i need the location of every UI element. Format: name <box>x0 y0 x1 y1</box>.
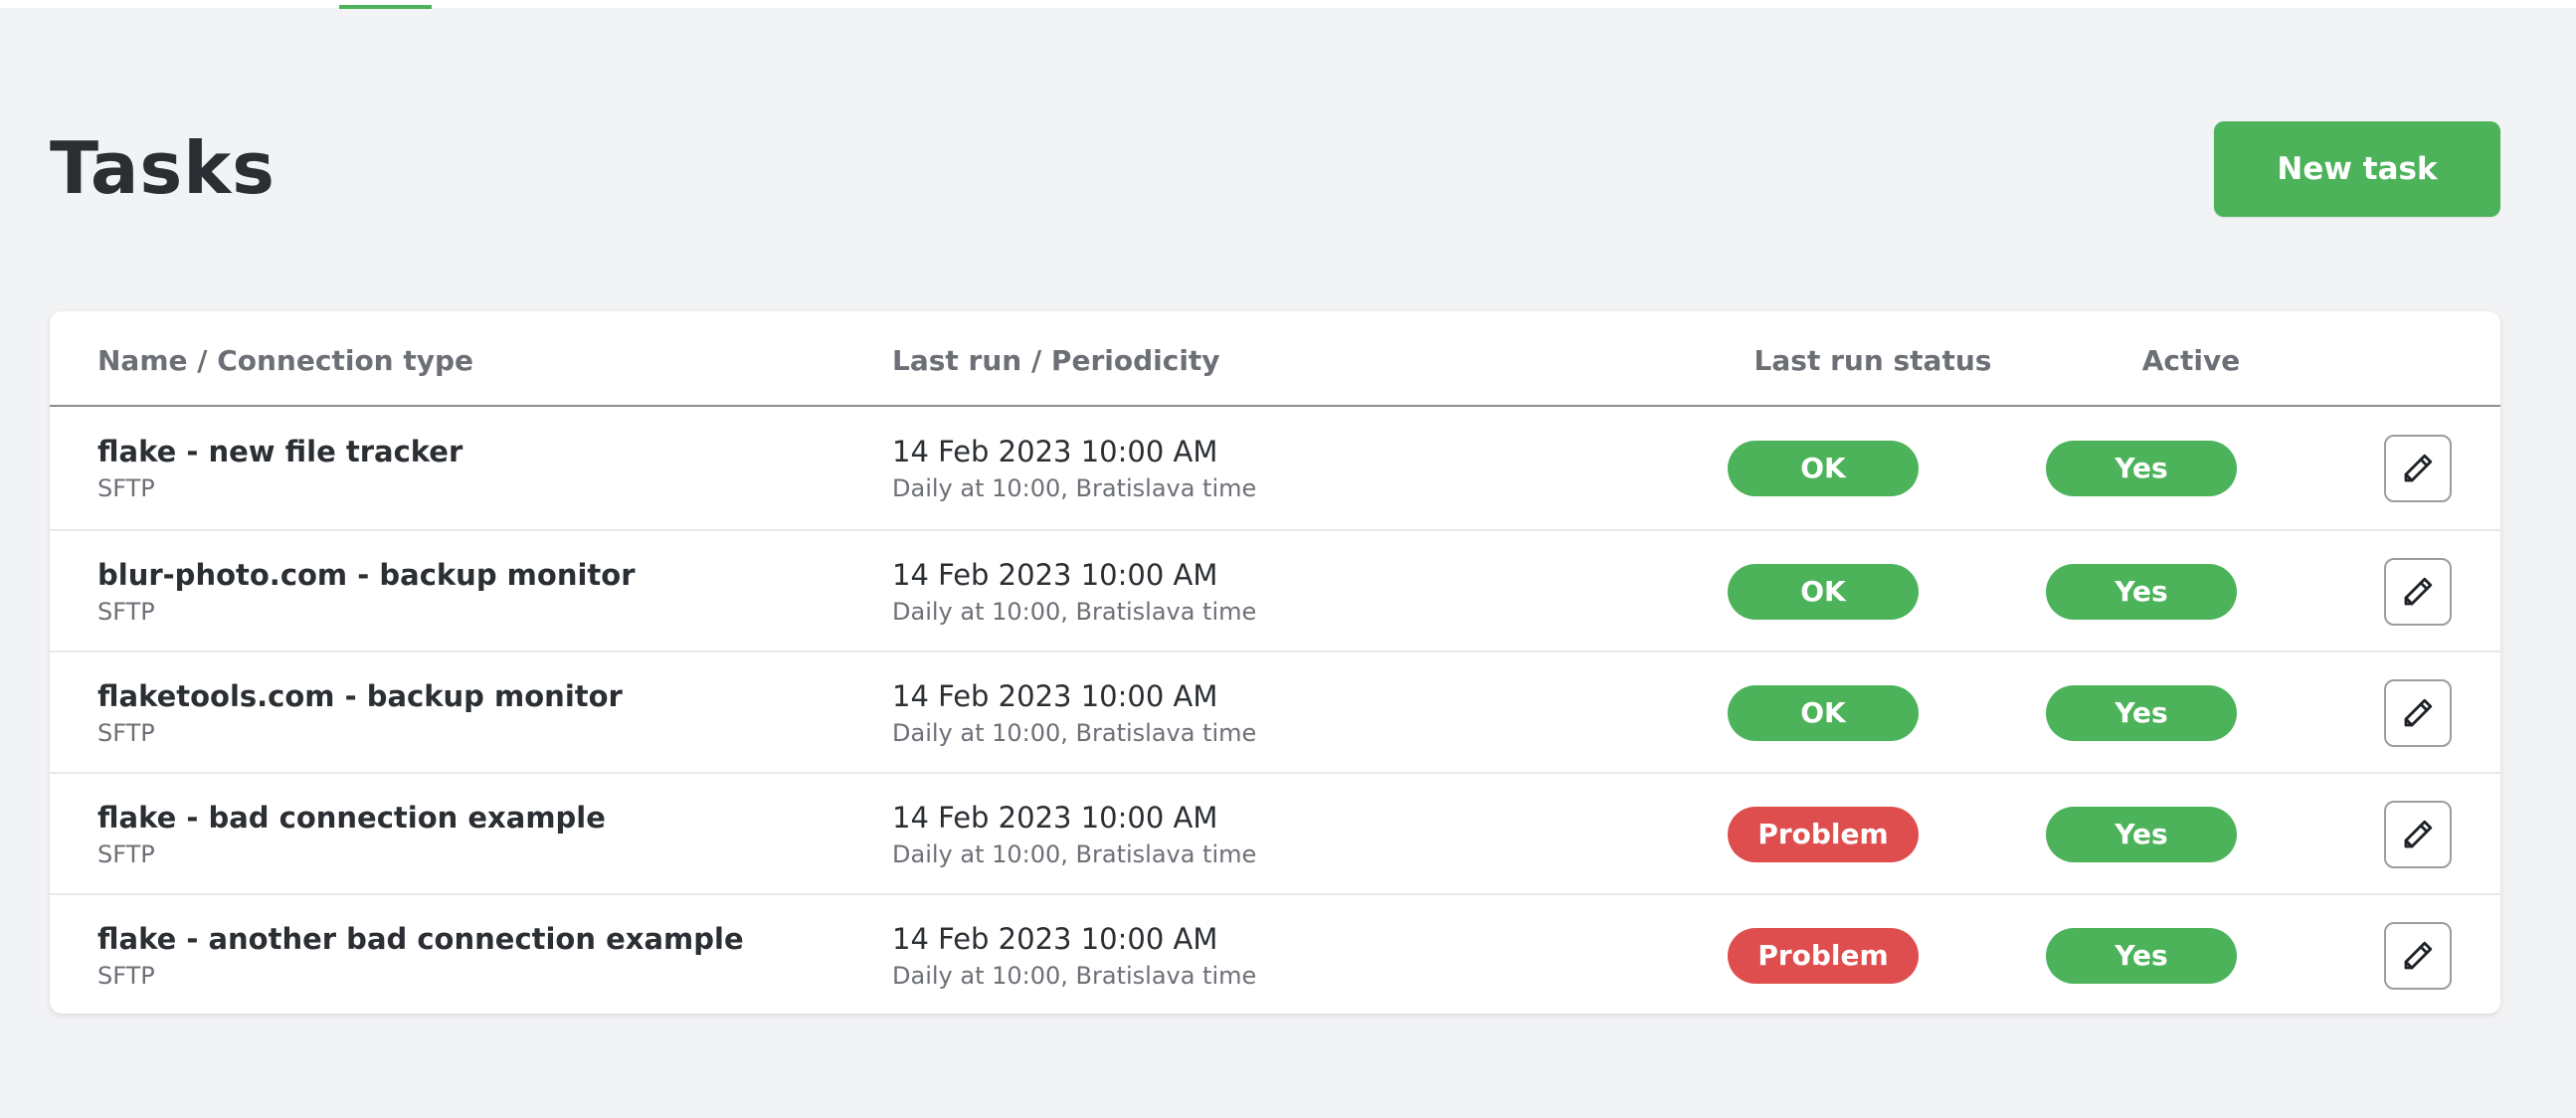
page-title: Tasks <box>50 126 276 210</box>
table-header: Name / Connection type Last run / Period… <box>50 311 2500 407</box>
pencil-icon <box>2404 820 2433 848</box>
active-badge: Yes <box>2046 807 2237 862</box>
pencil-icon <box>2404 941 2433 970</box>
periodicity: Daily at 10:00, Bratislava time <box>892 598 1257 626</box>
table-row: flake - new file tracker SFTP 14 Feb 202… <box>50 408 2500 529</box>
edit-task-button[interactable] <box>2384 435 2452 502</box>
last-run-date: 14 Feb 2023 10:00 AM <box>892 679 1218 713</box>
status-badge: OK <box>1728 441 1919 496</box>
column-header-active: Active <box>2141 344 2241 377</box>
last-run-date: 14 Feb 2023 10:00 AM <box>892 922 1218 956</box>
task-name: flaketools.com - backup monitor <box>97 679 623 713</box>
connection-type: SFTP <box>97 598 155 626</box>
connection-type: SFTP <box>97 474 155 502</box>
table-row: blur-photo.com - backup monitor SFTP 14 … <box>50 529 2500 651</box>
pencil-icon <box>2404 454 2433 482</box>
task-name: flake - new file tracker <box>97 435 463 468</box>
periodicity: Daily at 10:00, Bratislava time <box>892 962 1257 990</box>
edit-task-button[interactable] <box>2384 679 2452 747</box>
new-task-button[interactable]: New task <box>2214 121 2500 217</box>
active-badge: Yes <box>2046 928 2237 984</box>
task-name: flake - bad connection example <box>97 801 606 835</box>
periodicity: Daily at 10:00, Bratislava time <box>892 474 1257 502</box>
column-header-last-run: Last run / Periodicity <box>892 344 1220 377</box>
active-badge: Yes <box>2046 564 2237 620</box>
status-badge: Problem <box>1728 807 1919 862</box>
edit-task-button[interactable] <box>2384 922 2452 990</box>
connection-type: SFTP <box>97 840 155 868</box>
last-run-date: 14 Feb 2023 10:00 AM <box>892 558 1218 592</box>
table-row: flake - another bad connection example S… <box>50 893 2500 1014</box>
active-badge: Yes <box>2046 685 2237 741</box>
last-run-date: 14 Feb 2023 10:00 AM <box>892 801 1218 835</box>
edit-task-button[interactable] <box>2384 801 2452 868</box>
pencil-icon <box>2404 577 2433 606</box>
connection-type: SFTP <box>97 719 155 747</box>
column-header-status: Last run status <box>1753 344 1992 377</box>
active-badge: Yes <box>2046 441 2237 496</box>
table-row: flaketools.com - backup monitor SFTP 14 … <box>50 651 2500 772</box>
column-header-name: Name / Connection type <box>97 344 474 377</box>
pencil-icon <box>2404 698 2433 727</box>
periodicity: Daily at 10:00, Bratislava time <box>892 719 1257 747</box>
status-badge: OK <box>1728 685 1919 741</box>
task-name: flake - another bad connection example <box>97 922 744 956</box>
table-row: flake - bad connection example SFTP 14 F… <box>50 772 2500 893</box>
periodicity: Daily at 10:00, Bratislava time <box>892 840 1257 868</box>
tasks-table: Name / Connection type Last run / Period… <box>50 311 2500 1014</box>
edit-task-button[interactable] <box>2384 558 2452 626</box>
last-run-date: 14 Feb 2023 10:00 AM <box>892 435 1218 468</box>
status-badge: Problem <box>1728 928 1919 984</box>
connection-type: SFTP <box>97 962 155 990</box>
active-nav-indicator <box>339 5 432 9</box>
status-badge: OK <box>1728 564 1919 620</box>
task-name: blur-photo.com - backup monitor <box>97 558 636 592</box>
